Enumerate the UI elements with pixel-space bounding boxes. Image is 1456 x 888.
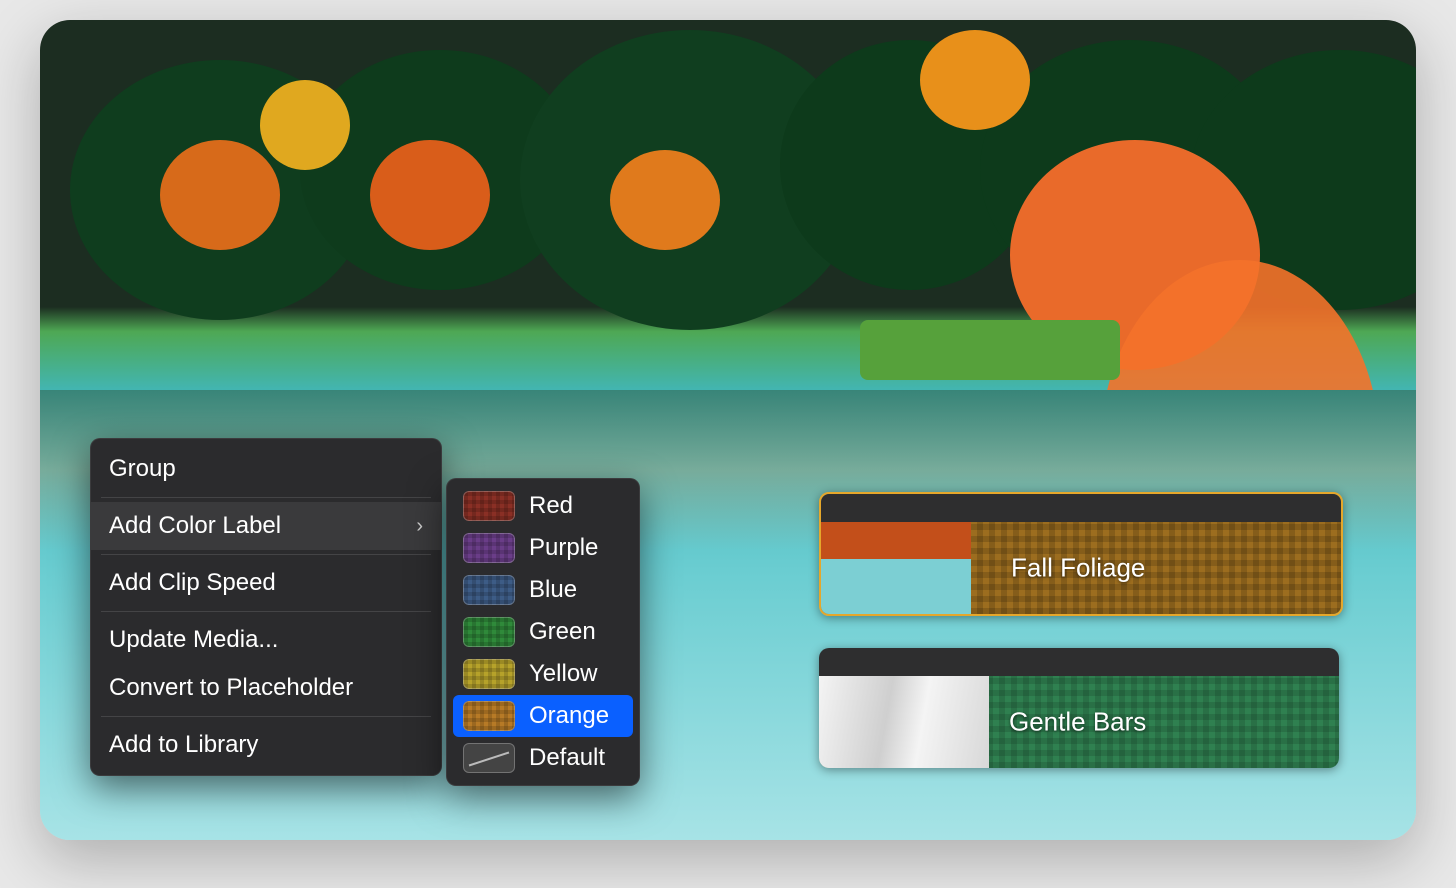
color-swatch-icon	[463, 491, 515, 521]
color-option-label: Purple	[529, 534, 598, 562]
color-option-label: Yellow	[529, 660, 598, 688]
color-swatch-icon	[463, 575, 515, 605]
clip-fall-foliage[interactable]: Fall Foliage	[819, 492, 1343, 616]
color-label-submenu: Red Purple Blue Green Yellow Orange	[446, 478, 640, 786]
preview-card: Group Add Color Label › Add Clip Speed U…	[40, 20, 1416, 840]
color-option-label: Blue	[529, 576, 577, 604]
context-menu: Group Add Color Label › Add Clip Speed U…	[90, 438, 442, 776]
menu-item-label: Convert to Placeholder	[109, 674, 353, 702]
color-option-label: Green	[529, 618, 596, 646]
menu-item-add-color-label[interactable]: Add Color Label ›	[91, 502, 441, 550]
color-swatch-icon	[463, 533, 515, 563]
color-option-yellow[interactable]: Yellow	[453, 653, 633, 695]
clip-thumbnail	[819, 676, 989, 768]
menu-item-label: Add Clip Speed	[109, 569, 276, 597]
menu-separator	[101, 716, 431, 717]
menu-separator	[101, 611, 431, 612]
color-swatch-icon	[463, 617, 515, 647]
menu-item-add-to-library[interactable]: Add to Library	[91, 721, 441, 769]
color-option-orange[interactable]: Orange	[453, 695, 633, 737]
color-option-blue[interactable]: Blue	[453, 569, 633, 611]
clip-title-bar	[819, 648, 1339, 676]
color-option-purple[interactable]: Purple	[453, 527, 633, 569]
menu-item-add-clip-speed[interactable]: Add Clip Speed	[91, 559, 441, 607]
color-option-label: Orange	[529, 702, 609, 730]
color-option-green[interactable]: Green	[453, 611, 633, 653]
menu-item-label: Add Color Label	[109, 512, 281, 540]
color-swatch-icon	[463, 659, 515, 689]
chevron-right-icon: ›	[416, 515, 423, 538]
color-option-default[interactable]: Default	[453, 737, 633, 779]
menu-separator	[101, 554, 431, 555]
color-option-red[interactable]: Red	[453, 485, 633, 527]
menu-item-label: Group	[109, 455, 176, 483]
menu-item-convert-to-placeholder[interactable]: Convert to Placeholder	[91, 664, 441, 712]
color-option-label: Default	[529, 744, 605, 772]
color-swatch-icon	[463, 743, 515, 773]
clip-name: Gentle Bars	[1009, 707, 1146, 738]
menu-item-label: Add to Library	[109, 731, 258, 759]
clip-title-bar	[821, 494, 1341, 522]
clip-thumbnail	[821, 522, 971, 614]
menu-item-update-media[interactable]: Update Media...	[91, 616, 441, 664]
menu-separator	[101, 497, 431, 498]
clip-gentle-bars[interactable]: Gentle Bars	[819, 648, 1339, 768]
color-swatch-icon	[463, 701, 515, 731]
menu-item-label: Update Media...	[109, 626, 278, 654]
color-option-label: Red	[529, 492, 573, 520]
clip-name: Fall Foliage	[1011, 553, 1145, 584]
menu-item-group[interactable]: Group	[91, 445, 441, 493]
